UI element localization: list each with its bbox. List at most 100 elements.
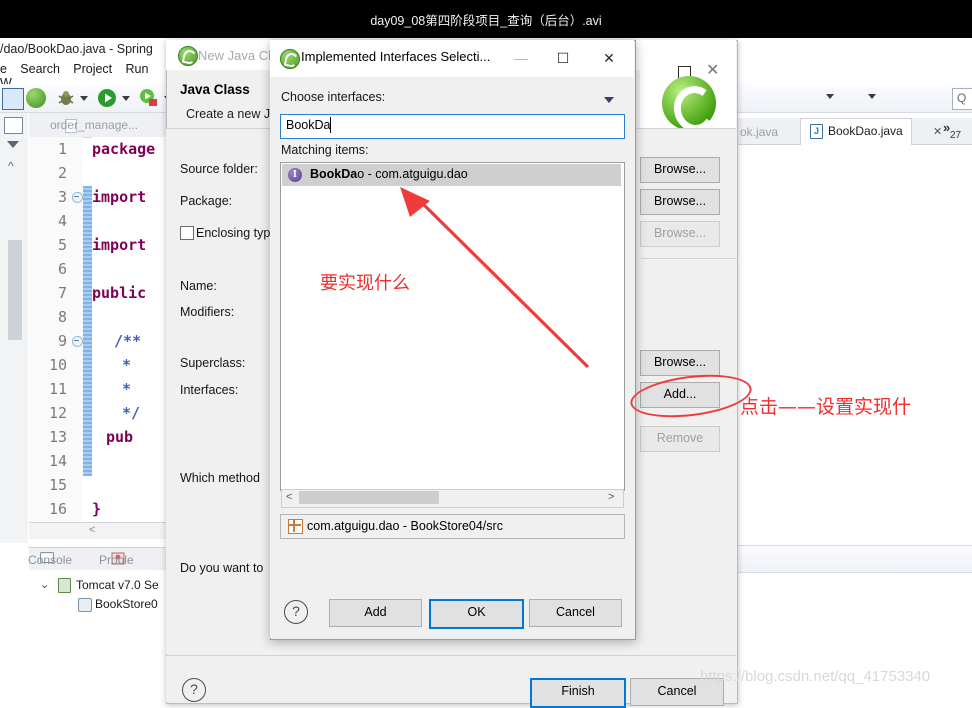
debug-icon[interactable]	[56, 88, 76, 108]
close-icon-2[interactable]: ✕	[588, 40, 630, 77]
line-number: 13	[48, 428, 67, 446]
right-editor-pane	[738, 60, 972, 702]
wizard-section-divider	[641, 258, 737, 259]
annotation-what-to-implement: 要实现什么	[320, 273, 410, 294]
editor-tab-bookdao-label: BookDao.java	[828, 124, 903, 138]
list-horizontal-scrollbar[interactable]	[281, 489, 624, 508]
menu-item-project[interactable]: Project	[73, 62, 112, 76]
search-input[interactable]: Q	[952, 88, 972, 110]
line-number: 11	[48, 380, 67, 398]
editor-code-column[interactable]: package import import public/** * * */pub}	[92, 137, 173, 522]
matching-item-label: BookDao - com.atguigu.dao	[310, 167, 468, 181]
code-line[interactable]: public	[92, 281, 146, 305]
view-menu-caret-icon[interactable]	[7, 141, 19, 148]
scroll-right-arrow-icon[interactable]: >	[608, 491, 614, 503]
interface-filter-input[interactable]	[280, 114, 625, 139]
package-explorer-icon[interactable]	[4, 117, 23, 134]
code-line[interactable]: import	[92, 185, 146, 209]
code-line[interactable]: *	[122, 353, 131, 377]
interfaces-cancel-button[interactable]: Cancel	[529, 599, 622, 627]
package-icon	[287, 518, 303, 534]
line-number: 2	[57, 164, 67, 182]
line-number: 5	[57, 236, 67, 254]
java-file-icon: J	[810, 124, 823, 139]
watermark-text: https://blog.csdn.net/qq_41753340	[700, 668, 931, 685]
enclosing-type-checkbox[interactable]	[180, 226, 194, 240]
back-dropdown-caret[interactable]	[826, 94, 834, 99]
label-superclass: Superclass:	[180, 356, 246, 370]
label-package: Package:	[180, 194, 233, 208]
new-java-class-title-label: New Java Cl	[198, 48, 271, 63]
run-on-server-icon[interactable]	[139, 88, 159, 108]
label-modifiers: Modifiers:	[180, 305, 235, 319]
matching-item-rest-part: o - com.atguigu.dao	[357, 167, 468, 181]
run-icon[interactable]	[97, 88, 117, 108]
ok-button[interactable]: OK	[429, 599, 524, 629]
run-dropdown-caret[interactable]	[122, 96, 130, 101]
code-line[interactable]: pub	[106, 425, 133, 449]
code-line[interactable]: *	[122, 377, 131, 401]
scroll-left-icon[interactable]: <	[89, 524, 95, 536]
line-number: 16	[48, 500, 67, 518]
minimize-icon[interactable]: —	[500, 40, 542, 77]
code-line[interactable]: package	[92, 137, 155, 161]
line-number: 4	[57, 212, 67, 230]
qualifier-text: com.atguigu.dao - BookStore04/src	[307, 519, 503, 533]
help-icon-2[interactable]: ?	[284, 600, 308, 624]
editor-fold-column[interactable]	[71, 137, 83, 522]
close-icon[interactable]: ✕	[706, 60, 719, 80]
save-icon[interactable]	[2, 88, 24, 110]
remove-interface-button[interactable]: Remove	[640, 426, 720, 452]
forward-dropdown-caret[interactable]	[868, 94, 876, 99]
close-tab-icon[interactable]: ✕	[933, 125, 942, 138]
scroll-left-arrow-icon[interactable]: <	[286, 491, 292, 503]
editor-tab-book-java[interactable]: ok.java	[740, 125, 778, 139]
code-line[interactable]: }	[92, 497, 101, 521]
chevron-down-icon[interactable]	[604, 97, 614, 103]
browse-package-button[interactable]: Browse...	[640, 189, 720, 215]
tree-item-tomcat[interactable]: Tomcat v7.0 Se	[76, 578, 159, 592]
code-line[interactable]: */	[122, 401, 140, 425]
menu-item-search[interactable]: Search	[20, 62, 60, 76]
browse-enclosing-type-button[interactable]: Browse...	[640, 221, 720, 247]
label-enclosing-type: Enclosing typ	[196, 226, 271, 240]
java-file-icon-letter: J	[813, 126, 819, 136]
browse-source-folder-button[interactable]: Browse...	[640, 157, 720, 183]
fold-toggle-icon[interactable]	[72, 336, 83, 347]
tree-item-bookstore[interactable]: BookStore0	[95, 597, 158, 611]
help-icon[interactable]: ?	[182, 678, 206, 702]
label-do-you-want: Do you want to	[180, 561, 264, 575]
right-toolbar[interactable]	[738, 84, 972, 113]
fold-toggle-icon[interactable]	[72, 192, 83, 203]
code-line[interactable]: /**	[114, 329, 141, 353]
spring-tool-icon[interactable]	[26, 88, 46, 108]
list-scrollbar-thumb[interactable]	[299, 491, 439, 504]
menu-item-run[interactable]: Run	[126, 62, 149, 76]
video-title-bar: day09_08第四阶段项目_查询（后台）.avi	[0, 0, 972, 38]
console-tab-label[interactable]: Console	[28, 553, 72, 567]
menu-item-0[interactable]: e	[0, 62, 7, 76]
right-lower-view-toolbar[interactable]	[738, 545, 972, 573]
browse-superclass-button[interactable]: Browse...	[640, 350, 720, 376]
debug-dropdown-caret[interactable]	[80, 96, 88, 101]
editor-tab-order-manage[interactable]: order_manage...	[50, 118, 138, 132]
interfaces-dialog-title-label: Implemented Interfaces Selecti...	[301, 49, 491, 64]
maximize-icon-2[interactable]: ☐	[542, 40, 584, 77]
editor-vertical-scrollbar-thumb[interactable]	[8, 240, 22, 340]
line-number: 8	[57, 308, 67, 326]
wizard-heading: Java Class	[180, 82, 250, 97]
ide-menu-bar[interactable]: e Search Project Run W	[0, 62, 180, 90]
green-c-logo-icon	[662, 76, 716, 130]
search-icon: Q	[957, 91, 967, 105]
tree-expand-twisty-icon[interactable]: ⌄	[40, 578, 49, 591]
code-line[interactable]: import	[92, 233, 146, 257]
line-number: 7	[57, 284, 67, 302]
problems-tab-label[interactable]: Proble	[99, 553, 134, 567]
editor-vertical-scrollbar-track[interactable]	[8, 170, 22, 470]
add-button[interactable]: Add	[329, 599, 422, 627]
editor-horizontal-scrollbar[interactable]: <	[29, 522, 173, 539]
text-cursor	[330, 117, 331, 133]
tab-overflow-count[interactable]: 27	[950, 130, 961, 141]
annotation-click-to-set: 点击——设置实现什	[740, 396, 912, 418]
finish-button[interactable]: Finish	[530, 678, 626, 708]
